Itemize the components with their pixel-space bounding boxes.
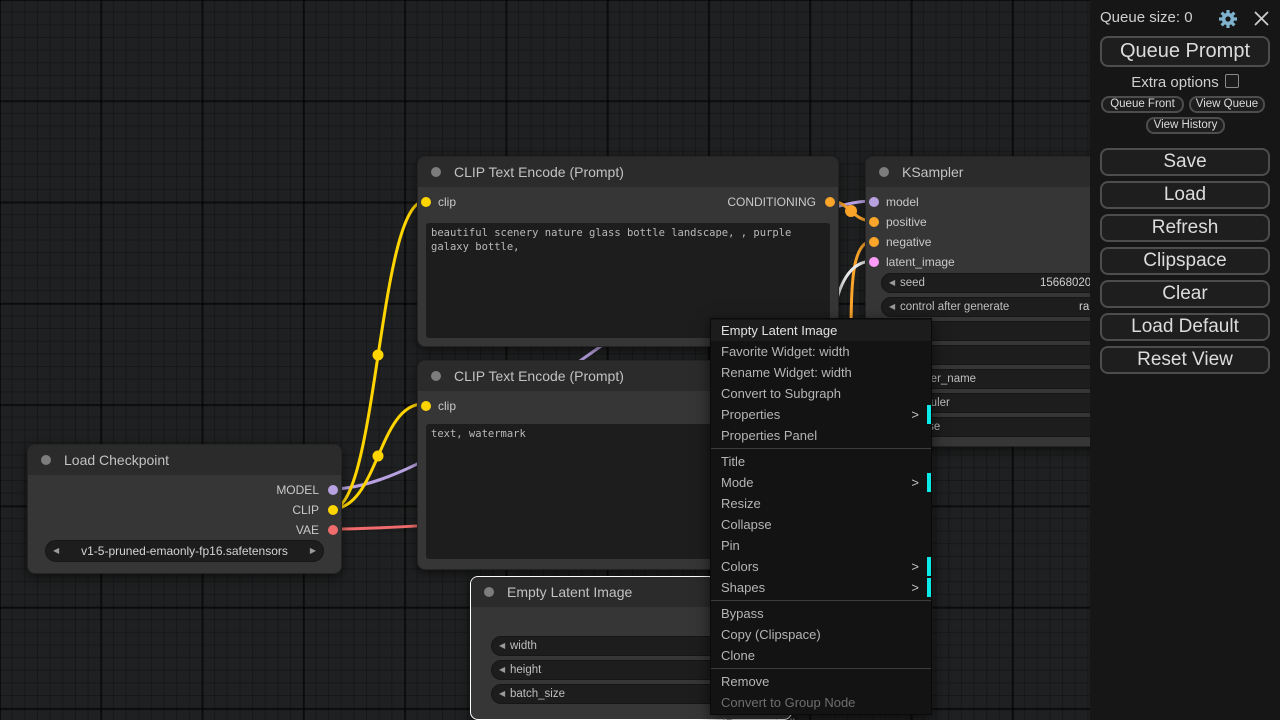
node-title: Load Checkpoint bbox=[64, 445, 169, 475]
left-arrow-icon[interactable]: ◀ bbox=[499, 685, 505, 703]
menu-item-collapse[interactable]: Collapse bbox=[711, 514, 931, 535]
queue-prompt-button[interactable]: Queue Prompt bbox=[1100, 36, 1270, 67]
left-arrow-icon[interactable]: ◀ bbox=[889, 274, 895, 292]
menu-separator bbox=[711, 600, 931, 601]
input-port-positive[interactable] bbox=[869, 217, 879, 227]
submenu-accent-bar bbox=[927, 557, 931, 576]
load-button[interactable]: Load bbox=[1100, 181, 1270, 209]
menu-separator bbox=[711, 668, 931, 669]
output-port-vae[interactable] bbox=[328, 525, 338, 535]
node-title: CLIP Text Encode (Prompt) bbox=[454, 157, 624, 187]
clipspace-button[interactable]: Clipspace bbox=[1100, 247, 1270, 275]
clear-button[interactable]: Clear bbox=[1100, 280, 1270, 308]
menu-item-properties-panel[interactable]: Properties Panel bbox=[711, 425, 931, 446]
node-title: CLIP Text Encode (Prompt) bbox=[454, 361, 624, 391]
input-label: clip bbox=[438, 195, 456, 209]
collapse-dot-icon[interactable] bbox=[484, 587, 494, 597]
submenu-arrow-icon: > bbox=[911, 556, 919, 577]
menu-item-properties[interactable]: Properties> bbox=[711, 404, 931, 425]
menu-item-convert-to-subgraph[interactable]: Convert to Subgraph bbox=[711, 383, 931, 404]
menu-item-bypass[interactable]: Bypass bbox=[711, 603, 931, 624]
menu-item-resize[interactable]: Resize bbox=[711, 493, 931, 514]
output-label: MODEL bbox=[276, 483, 319, 497]
gear-icon[interactable] bbox=[1218, 9, 1238, 29]
node-title: Empty Latent Image bbox=[507, 577, 632, 607]
context-menu: Empty Latent Image Favorite Widget: widt… bbox=[710, 318, 932, 715]
menu-item-clone[interactable]: Clone bbox=[711, 645, 931, 666]
widget-label: control after generate bbox=[900, 298, 1009, 316]
node-title-bar[interactable]: CLIP Text Encode (Prompt) bbox=[418, 157, 838, 187]
submenu-accent-bar bbox=[927, 578, 931, 597]
menu-item-pin[interactable]: Pin bbox=[711, 535, 931, 556]
refresh-button[interactable]: Refresh bbox=[1100, 214, 1270, 242]
menu-separator bbox=[711, 448, 931, 449]
queue-front-button[interactable]: Queue Front bbox=[1101, 96, 1184, 113]
input-port-negative[interactable] bbox=[869, 237, 879, 247]
load-default-button[interactable]: Load Default bbox=[1100, 313, 1270, 341]
collapse-dot-icon[interactable] bbox=[879, 167, 889, 177]
input-label: clip bbox=[438, 399, 456, 413]
input-label: positive bbox=[886, 215, 927, 229]
menu-item-rename-widget[interactable]: Rename Widget: width bbox=[711, 362, 931, 383]
output-label: VAE bbox=[296, 523, 319, 537]
wire-midpoint-dot[interactable] bbox=[373, 451, 384, 462]
output-port-model[interactable] bbox=[328, 485, 338, 495]
widget-label: batch_size bbox=[510, 685, 565, 703]
save-button[interactable]: Save bbox=[1100, 148, 1270, 176]
input-label: latent_image bbox=[886, 255, 955, 269]
node-load-checkpoint[interactable]: Load Checkpoint MODEL CLIP VAE ◀ v1-5-pr… bbox=[27, 444, 342, 574]
view-queue-button[interactable]: View Queue bbox=[1189, 96, 1265, 113]
submenu-accent-bar bbox=[927, 405, 931, 424]
widget-label: seed bbox=[900, 274, 925, 292]
menu-item-colors[interactable]: Colors> bbox=[711, 556, 931, 577]
wire-midpoint-dot[interactable] bbox=[373, 350, 384, 361]
node-title: KSampler bbox=[902, 157, 963, 187]
collapse-dot-icon[interactable] bbox=[431, 371, 441, 381]
submenu-accent-bar bbox=[927, 473, 931, 492]
submenu-arrow-icon: > bbox=[911, 472, 919, 493]
menu-item-copy-clipspace[interactable]: Copy (Clipspace) bbox=[711, 624, 931, 645]
right-arrow-icon[interactable]: ▶ bbox=[310, 541, 316, 561]
left-arrow-icon[interactable]: ◀ bbox=[499, 637, 505, 655]
menu-item-mode[interactable]: Mode> bbox=[711, 472, 931, 493]
widget-label: width bbox=[510, 637, 537, 655]
view-history-button[interactable]: View History bbox=[1146, 117, 1225, 134]
reset-view-button[interactable]: Reset View bbox=[1100, 346, 1270, 374]
extra-options-checkbox[interactable] bbox=[1225, 74, 1239, 88]
output-port-conditioning[interactable] bbox=[825, 197, 835, 207]
widget-label: height bbox=[510, 661, 541, 679]
output-port-clip[interactable] bbox=[328, 505, 338, 515]
close-icon[interactable] bbox=[1253, 10, 1270, 27]
output-label: CONDITIONING bbox=[727, 195, 816, 209]
output-label: CLIP bbox=[292, 503, 319, 517]
widget-ckpt-name[interactable]: ◀ v1-5-pruned-emaonly-fp16.safetensors ▶ bbox=[45, 540, 324, 562]
input-port-clip[interactable] bbox=[421, 401, 431, 411]
input-label: model bbox=[886, 195, 919, 209]
menu-item-remove[interactable]: Remove bbox=[711, 671, 931, 692]
node-title-bar[interactable]: Load Checkpoint bbox=[28, 445, 341, 475]
input-port-clip[interactable] bbox=[421, 197, 431, 207]
left-arrow-icon[interactable]: ◀ bbox=[53, 541, 59, 561]
widget-value: v1-5-pruned-emaonly-fp16.safetensors bbox=[81, 544, 288, 558]
submenu-arrow-icon: > bbox=[911, 577, 919, 598]
collapse-dot-icon[interactable] bbox=[41, 455, 51, 465]
comfyui-canvas[interactable]: CLIP Text Encode (Prompt) clip CONDITION… bbox=[0, 0, 1280, 720]
wire-midpoint-dot[interactable] bbox=[845, 205, 857, 217]
input-port-latent-image[interactable] bbox=[869, 257, 879, 267]
input-label: negative bbox=[886, 235, 931, 249]
menu-item-shapes[interactable]: Shapes> bbox=[711, 577, 931, 598]
left-arrow-icon[interactable]: ◀ bbox=[889, 298, 895, 316]
queue-size-label: Queue size: 0 bbox=[1100, 9, 1193, 26]
menu-item-title[interactable]: Title bbox=[711, 451, 931, 472]
context-menu-title: Empty Latent Image bbox=[711, 320, 931, 341]
input-port-model[interactable] bbox=[869, 197, 879, 207]
menu-item-convert-to-group-node[interactable]: Convert to Group Node (Deprecated) bbox=[711, 692, 931, 713]
submenu-arrow-icon: > bbox=[911, 404, 919, 425]
extra-options-label: Extra options bbox=[1131, 74, 1219, 91]
left-arrow-icon[interactable]: ◀ bbox=[499, 661, 505, 679]
comfy-menu-panel: Queue size: 0 Queue Prompt Extra options bbox=[1090, 0, 1280, 720]
collapse-dot-icon[interactable] bbox=[431, 167, 441, 177]
menu-item-favorite-widget[interactable]: Favorite Widget: width bbox=[711, 341, 931, 362]
